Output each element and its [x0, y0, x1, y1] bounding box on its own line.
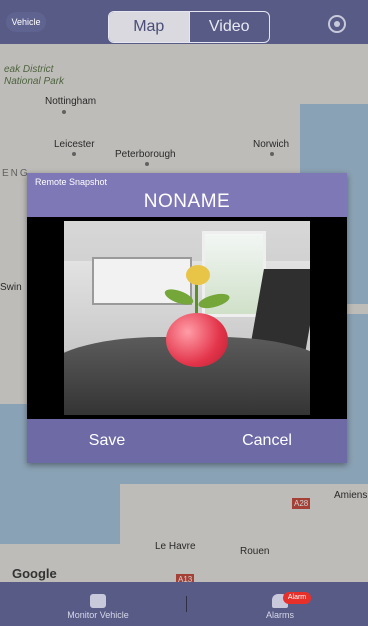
snapshot-image: [27, 217, 347, 419]
gear-icon[interactable]: [328, 15, 346, 33]
nav-alarms-label: Alarms: [265, 610, 294, 620]
nav-monitor-vehicle[interactable]: Monitor Vehicle: [48, 582, 148, 626]
cancel-button[interactable]: Cancel: [187, 419, 347, 463]
nav-divider: [186, 596, 187, 612]
tab-map[interactable]: Map: [109, 12, 189, 42]
dialog-actions: Save Cancel: [27, 419, 347, 463]
dialog-subtitle: Remote Snapshot: [35, 177, 108, 187]
top-bar: Vehicle Map Video: [0, 0, 368, 44]
save-button[interactable]: Save: [27, 419, 187, 463]
vehicle-button[interactable]: Vehicle: [6, 12, 46, 32]
alarm-badge: Alarm: [283, 592, 311, 604]
snapshot-photo: [64, 221, 310, 415]
car-icon: [90, 594, 106, 608]
nav-monitor-vehicle-label: Monitor Vehicle: [67, 610, 129, 620]
tab-video[interactable]: Video: [188, 12, 270, 42]
nav-alarms[interactable]: Alarms: [240, 582, 320, 626]
dialog-header: Remote Snapshot NONAME: [27, 173, 347, 217]
view-switcher: Map Video: [108, 11, 270, 43]
bottom-nav: Monitor Vehicle Alarms Alarm: [0, 582, 368, 626]
dialog-title: NONAME: [143, 191, 231, 212]
snapshot-dialog: Remote Snapshot NONAME Save Cancel: [27, 173, 347, 463]
map-attribution: Google: [12, 566, 57, 581]
